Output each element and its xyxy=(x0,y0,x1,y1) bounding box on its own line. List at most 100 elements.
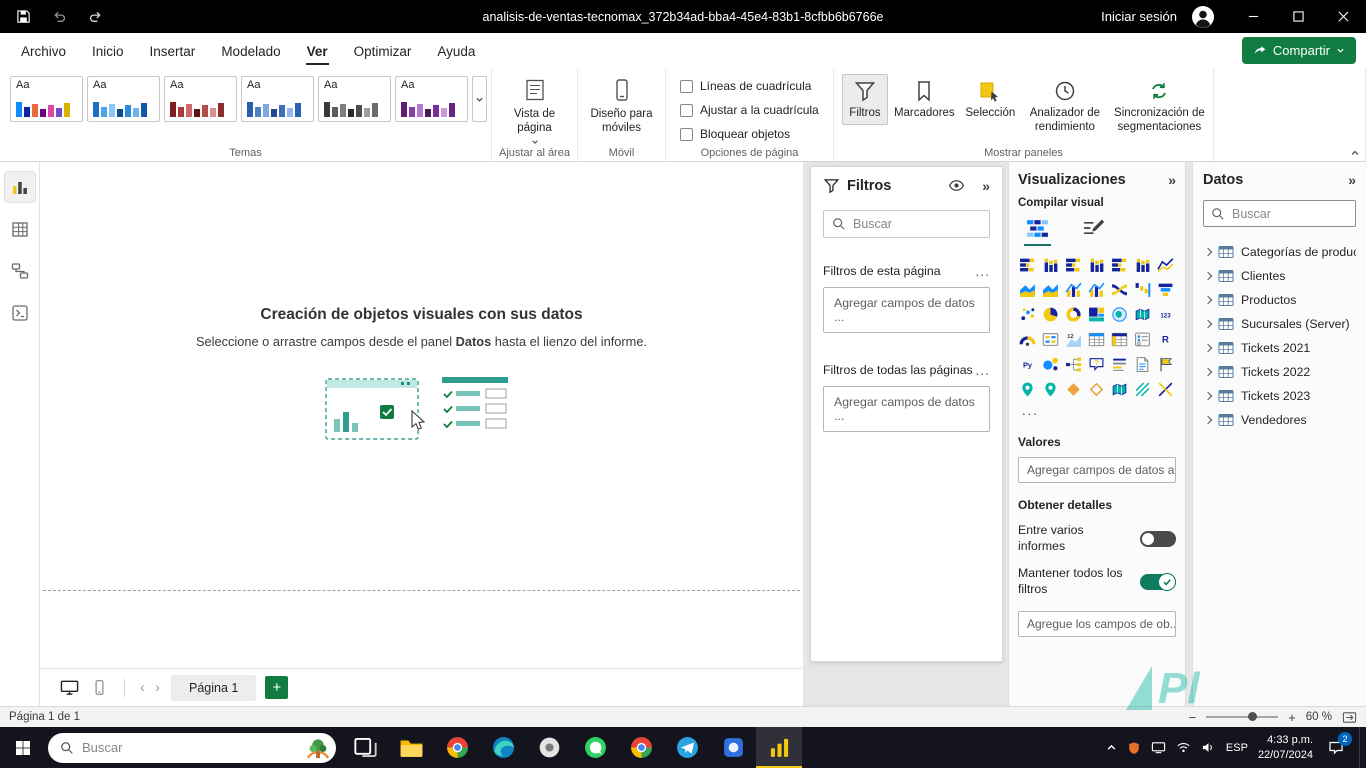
power-automate-visual-icon[interactable] xyxy=(1087,380,1105,398)
gauge-icon[interactable] xyxy=(1018,330,1036,348)
desktop-view-icon[interactable] xyxy=(54,678,85,697)
taskbar-task-view-icon[interactable] xyxy=(342,727,388,768)
data-search-box[interactable] xyxy=(1203,200,1356,227)
kpi-icon[interactable]: 12 xyxy=(1064,330,1082,348)
collapse-visualizations-icon[interactable]: » xyxy=(1168,173,1176,187)
filters-page-more-button[interactable]: ... xyxy=(975,264,990,278)
page-view-button[interactable]: Vista de página xyxy=(492,68,577,146)
funnel-chart-icon[interactable] xyxy=(1156,280,1174,298)
python-visual-icon[interactable]: Py xyxy=(1018,355,1036,373)
stacked-bar-chart-icon[interactable] xyxy=(1018,255,1036,273)
taskbar-search-input[interactable] xyxy=(82,740,297,755)
next-page-icon[interactable]: › xyxy=(150,679,165,696)
tray-display-icon[interactable] xyxy=(1151,740,1166,755)
chevron-right-icon[interactable] xyxy=(1203,415,1213,425)
selection-pane-button[interactable]: Selección xyxy=(961,74,1020,125)
pie-chart-icon[interactable] xyxy=(1041,305,1059,323)
menu-inicio[interactable]: Inicio xyxy=(79,35,137,66)
redo-button[interactable] xyxy=(80,0,110,33)
taskbar-clock[interactable]: 4:33 p.m. 22/07/2024 xyxy=(1258,733,1313,762)
taskbar-google-chrome-icon[interactable] xyxy=(434,727,480,768)
table-view-button[interactable] xyxy=(5,214,35,244)
filters-all-more-button[interactable]: ... xyxy=(975,363,990,377)
treemap-icon[interactable] xyxy=(1087,305,1105,323)
area-chart-icon[interactable] xyxy=(1018,280,1036,298)
snap-to-grid-checkbox[interactable] xyxy=(680,103,693,117)
lock-objects-checkbox-row[interactable]: Bloquear objetos xyxy=(680,127,833,141)
collapse-ribbon-button[interactable] xyxy=(1350,148,1360,158)
paginated-report-icon[interactable] xyxy=(1133,355,1151,373)
filters-search-box[interactable] xyxy=(823,210,990,238)
filters-all-drop-zone[interactable]: Agregar campos de datos ... xyxy=(823,386,990,432)
matrix-icon[interactable] xyxy=(1110,330,1128,348)
tray-wifi-icon[interactable] xyxy=(1176,740,1191,755)
previous-page-icon[interactable]: ‹ xyxy=(135,679,150,696)
sync-slicers-pane-button[interactable]: Sincronización de segmentaciones xyxy=(1110,74,1209,139)
data-table-categor-as-de-product[interactable]: Categorías de product... xyxy=(1203,240,1356,264)
line-chart-icon[interactable] xyxy=(1156,255,1174,273)
filters-page-drop-zone[interactable]: Agregar campos de datos ... xyxy=(823,287,990,333)
filters-pane-button[interactable]: Filtros xyxy=(842,74,888,125)
menu-archivo[interactable]: Archivo xyxy=(8,35,79,66)
decomposition-tree-icon[interactable] xyxy=(1064,355,1082,373)
minimize-button[interactable] xyxy=(1231,0,1276,33)
menu-ayuda[interactable]: Ayuda xyxy=(424,35,488,66)
report-view-button[interactable] xyxy=(3,171,36,203)
data-table-sucursales-server[interactable]: Sucursales (Server) xyxy=(1203,312,1356,336)
clustered-bar-chart-icon[interactable] xyxy=(1064,255,1082,273)
filters-search-input[interactable] xyxy=(853,217,981,231)
taskbar-photos-icon[interactable] xyxy=(710,727,756,768)
taskbar-file-explorer-icon[interactable] xyxy=(388,727,434,768)
taskbar-whatsapp-icon[interactable] xyxy=(572,727,618,768)
undo-button[interactable] xyxy=(44,0,74,33)
gridlines-checkbox-row[interactable]: Líneas de cuadrícula xyxy=(680,79,833,93)
gridlines-checkbox[interactable] xyxy=(680,79,693,93)
menu-ver[interactable]: Ver xyxy=(294,35,341,66)
menu-insertar[interactable]: Insertar xyxy=(137,35,209,66)
key-influencers-icon[interactable] xyxy=(1041,355,1059,373)
taskbar-power-bi-icon[interactable] xyxy=(756,727,802,768)
arcgis-map-icon[interactable] xyxy=(1041,380,1059,398)
theme-card-gris[interactable]: Aa xyxy=(318,76,391,122)
model-view-button[interactable] xyxy=(5,256,35,286)
menu-optimizar[interactable]: Optimizar xyxy=(341,35,425,66)
taskbar-telegram-icon[interactable] xyxy=(664,727,710,768)
start-button[interactable] xyxy=(0,727,46,768)
data-table-productos[interactable]: Productos xyxy=(1203,288,1356,312)
snap-to-grid-checkbox-row[interactable]: Ajustar a la cuadrícula xyxy=(680,103,833,117)
show-desktop-button[interactable] xyxy=(1359,727,1364,768)
tray-volume-icon[interactable] xyxy=(1201,740,1216,755)
taskbar-chrome-profile-icon[interactable] xyxy=(618,727,664,768)
stacked-area-chart-icon[interactable] xyxy=(1041,280,1059,298)
chevron-right-icon[interactable] xyxy=(1203,391,1213,401)
line-clustered-column-chart-icon[interactable] xyxy=(1087,280,1105,298)
data-table-tickets-2023[interactable]: Tickets 2023 xyxy=(1203,384,1356,408)
values-field-well[interactable]: Agregar campos de datos a... xyxy=(1018,457,1176,483)
qa-visual-icon[interactable]: ? xyxy=(1087,355,1105,373)
custom-visual-1-icon[interactable] xyxy=(1133,380,1151,398)
theme-card-azul[interactable]: Aa xyxy=(87,76,160,122)
theme-card-predeterminado[interactable]: Aa xyxy=(10,76,83,122)
smart-narrative-icon[interactable] xyxy=(1110,355,1128,373)
taskbar-search[interactable] xyxy=(48,732,336,763)
search-highlight-icon[interactable] xyxy=(305,735,331,761)
table-icon[interactable] xyxy=(1087,330,1105,348)
lock-objects-checkbox[interactable] xyxy=(680,127,693,141)
power-apps-visual-icon[interactable] xyxy=(1064,380,1082,398)
theme-card-carmesi[interactable]: Aa xyxy=(164,76,237,122)
stacked-bar-100-icon[interactable] xyxy=(1110,255,1128,273)
close-button[interactable] xyxy=(1321,0,1366,33)
build-visual-tab[interactable] xyxy=(1024,216,1051,246)
slicer-icon[interactable] xyxy=(1133,330,1151,348)
filters-eye-icon[interactable] xyxy=(948,177,965,194)
chevron-right-icon[interactable] xyxy=(1203,343,1213,353)
azure-map-icon[interactable] xyxy=(1018,380,1036,398)
cross-report-toggle[interactable] xyxy=(1140,530,1176,547)
menu-modelado[interactable]: Modelado xyxy=(208,35,293,66)
chevron-right-icon[interactable] xyxy=(1203,319,1213,329)
custom-visual-2-icon[interactable] xyxy=(1156,380,1174,398)
drillthrough-field-well[interactable]: Agregue los campos de ob... xyxy=(1018,610,1176,637)
card-icon[interactable]: 123 xyxy=(1156,305,1174,323)
scatter-chart-icon[interactable] xyxy=(1018,305,1036,323)
mobile-view-icon[interactable] xyxy=(85,679,114,696)
